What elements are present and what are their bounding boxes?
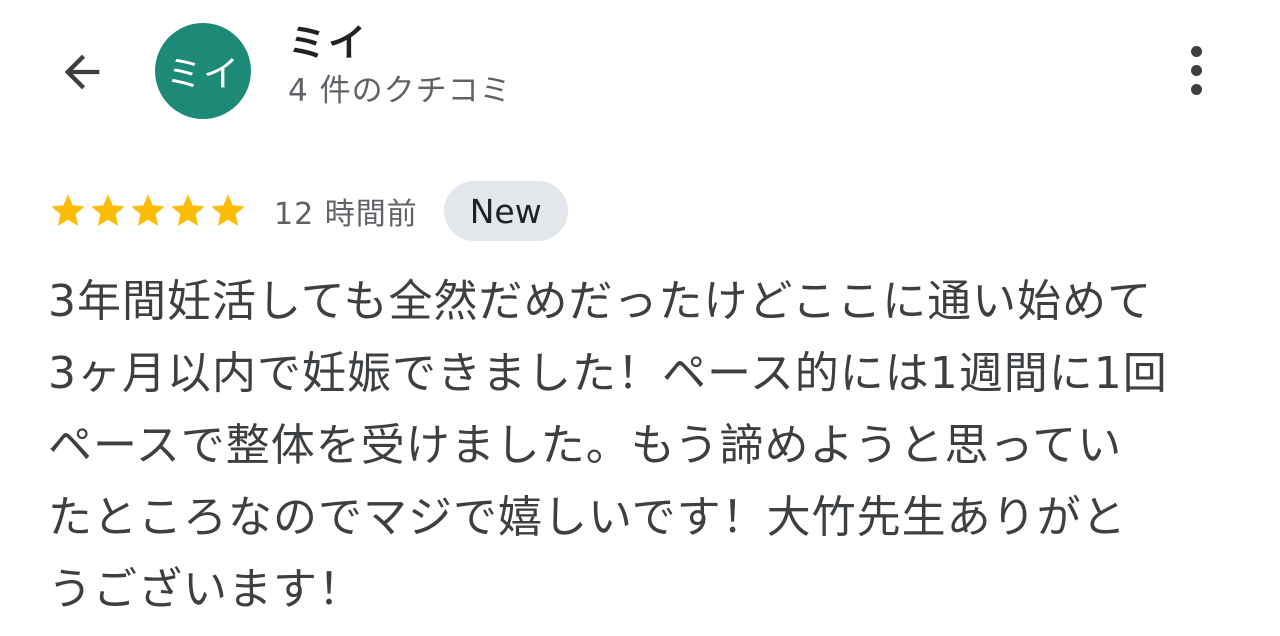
star-icon (51, 194, 85, 226)
review-body: 3年間妊活しても全然だめだったけどここに通い始めて 3ヶ月以内で妊娠できました！… (48, 276, 1168, 615)
review-count: 4 件のクチコミ (288, 73, 512, 109)
more-vertical-icon-dot (1190, 83, 1202, 95)
star-icon (91, 194, 125, 226)
star-icon (131, 194, 165, 226)
back-button[interactable] (52, 42, 112, 102)
author-info[interactable]: ミイ 4 件のクチコミ (288, 20, 512, 112)
star-rating (48, 191, 248, 231)
more-vertical-icon-dot (1190, 64, 1202, 76)
avatar[interactable]: ミイ (155, 23, 251, 119)
arrow-left-icon (64, 54, 100, 90)
review-time: 12 時間前 (274, 197, 418, 232)
star-icon (211, 194, 245, 226)
review-meta: 12 時間前 New (48, 180, 568, 242)
author-name: ミイ (288, 21, 369, 65)
star-icon (171, 194, 205, 226)
new-badge: New (443, 181, 568, 241)
more-options-button[interactable] (1168, 38, 1224, 102)
more-vertical-icon (1190, 45, 1202, 57)
review-header: ミイ ミイ 4 件のクチコミ (0, 0, 1280, 140)
avatar-initials: ミイ (165, 54, 240, 95)
